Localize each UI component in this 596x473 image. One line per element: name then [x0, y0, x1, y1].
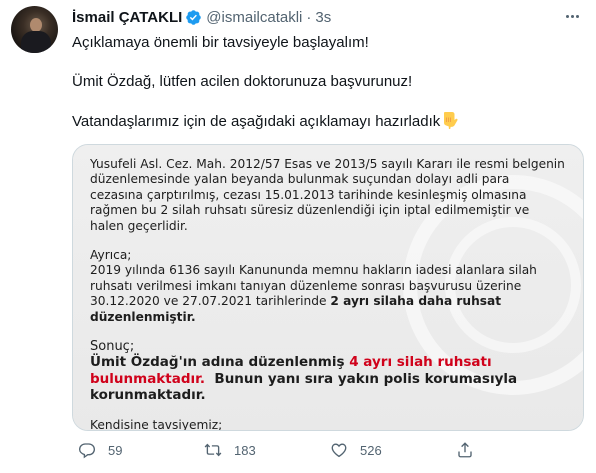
- attached-image[interactable]: Yusufeli Asl. Cez. Mah. 2012/57 Esas ve …: [72, 144, 584, 431]
- reply-button[interactable]: 59: [78, 439, 122, 461]
- doc-result-line-2: bulunmaktadır. Bunun yanı sıra yakın pol…: [90, 371, 570, 388]
- doc-ayrica: Ayrıca;: [90, 248, 132, 263]
- doc-para1-line-3: cezasına çarptırılmış, cezası 15.01.2013…: [90, 187, 527, 202]
- document-image-background: Yusufeli Asl. Cez. Mah. 2012/57 Esas ve …: [73, 145, 583, 430]
- doc-para1-line-1: Yusufeli Asl. Cez. Mah. 2012/57 Esas ve …: [90, 157, 565, 171]
- author-avatar[interactable]: [11, 6, 58, 53]
- like-count: 526: [360, 442, 382, 458]
- separator-dot: ·: [306, 8, 312, 26]
- doc-result-line-2-red: bulunmaktadır.: [90, 370, 205, 387]
- verified-badge-icon: [186, 9, 202, 25]
- doc-para1-line-2: düzenlemesinde yalan beyanda bulunmak su…: [90, 172, 510, 187]
- doc-kendisine: Kendisine tavsiyemiz;: [90, 417, 223, 431]
- tweet-line-2: Ümit Özdağ, lütfen acilen doktorunuza ba…: [72, 73, 413, 90]
- more-options-icon[interactable]: [560, 6, 584, 26]
- retweet-button[interactable]: 183: [204, 439, 256, 461]
- doc-para2-line-1: 2019 yılında 6136 sayılı Kanununda memnu…: [90, 263, 537, 278]
- doc-result-line-1-red: 4 ayrı silah ruhsatı: [349, 354, 492, 371]
- doc-para2-line-3: 30.12.2020 ve 27.07.2021 tarihlerinde 2 …: [90, 294, 570, 309]
- doc-para1-line-5: halen geçerlidir.: [90, 218, 188, 233]
- like-button[interactable]: 526: [330, 439, 382, 461]
- backhand-index-pointing-down-icon: [444, 112, 458, 129]
- doc-result-line-1: Ümit Özdağ'ın adına düzenlenmiş 4 ayrı s…: [90, 354, 570, 371]
- doc-para2-bold-line2: düzenlenmiştir.: [90, 309, 196, 324]
- doc-para2-line-3-text: 30.12.2020 ve 27.07.2021 tarihlerinde: [90, 294, 327, 309]
- avatar-face: [30, 18, 42, 32]
- heart-icon: [331, 443, 347, 458]
- doc-result-line-2-b: Bunun yanı sıra yakın polis korumasıyla: [214, 370, 518, 387]
- tweet-line-1: Açıklamaya önemli bir tavsiyeyle başlaya…: [72, 34, 369, 51]
- avatar-suit: [21, 31, 51, 53]
- doc-para1-line-4: rağmen bu 2 silah ruhsatı süresiz düzenl…: [90, 203, 530, 218]
- doc-para2-line-4: düzenlenmiştir.: [90, 310, 570, 325]
- retweet-icon: [204, 443, 222, 457]
- doc-para2-bold: 2 ayrı silaha daha ruhsat: [330, 294, 502, 309]
- share-icon: [458, 442, 472, 458]
- reply-icon: [78, 443, 96, 459]
- tweet-actions: 59 183 526: [72, 439, 572, 461]
- doc-result-line-3: korunmaktadır.: [90, 387, 206, 404]
- reply-count: 59: [108, 442, 123, 458]
- doc-sonuc: Sonuç;: [90, 339, 135, 355]
- share-button[interactable]: [456, 439, 474, 461]
- tweet-header: İsmail ÇATAKLI @ismailcatakli · 3s: [72, 7, 331, 27]
- tweet-time[interactable]: 3s: [315, 9, 331, 26]
- document-text: Yusufeli Asl. Cez. Mah. 2012/57 Esas ve …: [90, 157, 570, 431]
- author-name[interactable]: İsmail ÇATAKLI: [72, 9, 182, 26]
- tweet-text: Açıklamaya önemli bir tavsiyeyle başlaya…: [72, 33, 582, 151]
- retweet-count: 183: [234, 442, 256, 458]
- doc-para2-line-2: ruhsatı verilmesi imkanı tanıyan düzenle…: [90, 278, 522, 293]
- tweet-line-3-text: Vatandaşlarımız için de aşağıdaki açıkla…: [72, 113, 441, 130]
- author-handle[interactable]: @ismailcatakli: [206, 9, 302, 26]
- doc-result-line-1-a: Ümit Özdağ'ın adına düzenlenmiş: [90, 354, 345, 371]
- tweet-line-3: Vatandaşlarımız için de aşağıdaki açıkla…: [72, 111, 582, 132]
